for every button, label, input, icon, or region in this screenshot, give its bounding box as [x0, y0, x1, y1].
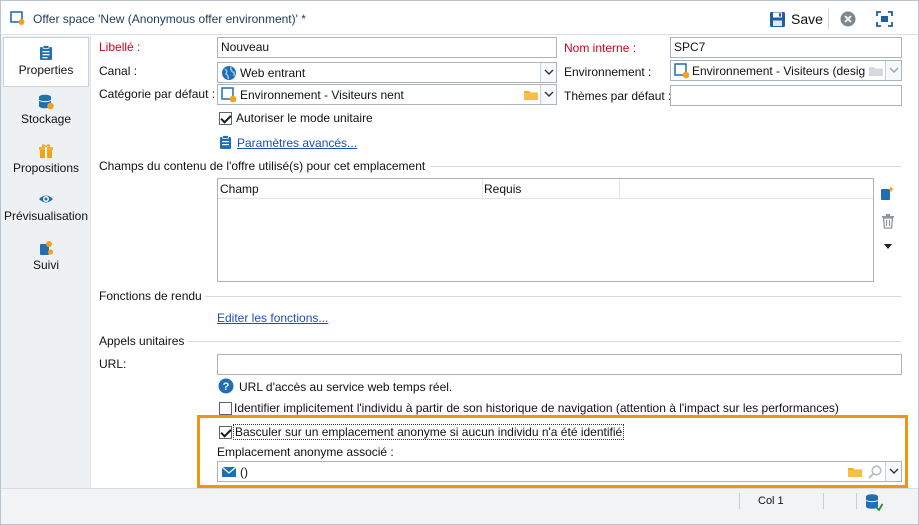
section-divider [430, 166, 901, 167]
folder-icon[interactable] [847, 464, 863, 480]
libelle-label: Libellé : [99, 40, 141, 54]
categorie-dropdown-button[interactable] [540, 85, 556, 104]
folder-icon[interactable] [523, 87, 539, 103]
sidebar-item-previsualisation[interactable]: Prévisualisation [3, 185, 89, 235]
cancel-icon[interactable] [840, 11, 856, 27]
categorie-label: Catégorie par défaut : [99, 87, 216, 101]
column-separator [482, 179, 483, 199]
sidebar-item-suivi[interactable]: Suivi [3, 234, 89, 284]
email-icon [221, 466, 237, 477]
gift-icon [39, 144, 53, 158]
more-options-icon[interactable] [884, 244, 892, 249]
status-separator [856, 493, 857, 509]
nom-interne-input[interactable]: SPC7 [670, 37, 902, 58]
title-bar: Offer space 'New (Anonymous offer enviro… [1, 1, 918, 35]
clipboard-icon [40, 45, 52, 60]
canal-value: Web entrant [240, 66, 306, 80]
basculer-checkbox[interactable] [219, 426, 232, 439]
chevron-down-icon [889, 468, 899, 474]
sidebar-item-properties[interactable]: Properties [3, 37, 89, 87]
section-divider [188, 341, 901, 342]
identifier-checkbox[interactable] [219, 402, 232, 415]
champs-section-title: Champs du contenu de l'offre utilisé(s) … [99, 159, 426, 173]
fonctions-section-title: Fonctions de rendu [99, 289, 202, 303]
toolbar-separator [828, 9, 829, 29]
url-label: URL: [99, 357, 127, 371]
emplacement-select[interactable]: () [217, 461, 902, 482]
sidebar: Properties Stockage Propositions Prévisu… [1, 36, 91, 488]
column-header-requis[interactable]: Requis [484, 182, 521, 196]
identifier-label: Identifier implicitement l'individu à pa… [234, 401, 839, 415]
sidebar-item-label: Stockage [20, 112, 72, 126]
canal-dropdown-button[interactable] [540, 63, 556, 82]
chevron-down-icon [889, 67, 899, 73]
environnement-select[interactable]: Environnement - Visiteurs (desig [670, 60, 902, 81]
offer-space-icon [10, 11, 25, 25]
eye-icon [39, 195, 53, 203]
folder-icon[interactable] [868, 63, 884, 79]
help-icon: ? [218, 378, 234, 394]
sidebar-item-label: Propositions [12, 161, 80, 175]
status-bar: Col 1 [1, 488, 918, 524]
mode-unitaire-checkbox[interactable] [219, 112, 232, 125]
emplacement-label: Emplacement anonyme associé : [217, 445, 394, 459]
database-status-icon[interactable] [865, 493, 883, 511]
column-indicator: Col 1 [758, 495, 784, 507]
chevron-down-icon [544, 69, 554, 75]
categorie-select[interactable]: Environnement - Visiteurs nent [217, 84, 557, 105]
column-separator [619, 179, 620, 199]
categorie-value: Environnement - Visiteurs nent [240, 88, 404, 102]
canal-label: Canal : [99, 64, 138, 78]
themes-label: Thèmes par défaut : [564, 89, 672, 103]
mode-unitaire-label: Autoriser le mode unitaire [236, 111, 373, 125]
svg-text:?: ? [223, 381, 230, 393]
save-button[interactable]: Save [769, 9, 823, 29]
sidebar-item-label: Suivi [32, 258, 59, 272]
clipboard-icon [220, 135, 231, 149]
libelle-input[interactable]: Nouveau [217, 37, 557, 58]
add-field-icon[interactable] [880, 185, 896, 201]
sidebar-item-label: Properties [18, 63, 74, 77]
appels-section-title: Appels unitaires [99, 334, 185, 348]
trash-icon[interactable] [880, 213, 896, 229]
canal-select[interactable]: Web entrant [217, 62, 557, 83]
nom-interne-label: Nom interne : [564, 41, 637, 55]
parametres-avances-link[interactable]: Paramètres avancés... [237, 136, 357, 150]
environnement-label: Environnement : [564, 65, 652, 79]
database-sync-icon [38, 94, 54, 110]
environnement-dropdown-button[interactable] [885, 61, 901, 80]
tracking-icon [40, 241, 54, 255]
environment-icon [674, 63, 690, 79]
status-separator [739, 493, 740, 509]
save-icon [770, 11, 785, 27]
champs-table[interactable]: Champ Requis [217, 178, 874, 282]
fullscreen-icon[interactable] [876, 11, 893, 27]
chevron-down-icon [544, 91, 554, 97]
status-separator [823, 493, 824, 509]
offer-space-window: Offer space 'New (Anonymous offer enviro… [0, 0, 919, 525]
basculer-label: Basculer sur un emplacement anonyme si a… [233, 424, 625, 440]
section-divider [205, 296, 901, 297]
emplacement-dropdown-button[interactable] [885, 462, 901, 481]
table-header: Champ Requis [218, 179, 873, 199]
sidebar-item-propositions[interactable]: Propositions [3, 137, 89, 187]
sidebar-item-stockage[interactable]: Stockage [3, 88, 89, 138]
globe-icon [222, 66, 236, 80]
environnement-value: Environnement - Visiteurs (desig [692, 64, 866, 78]
search-icon[interactable] [867, 464, 883, 480]
sidebar-item-label: Prévisualisation [3, 209, 89, 223]
editer-fonctions-link[interactable]: Editer les fonctions... [217, 311, 328, 325]
window-title: Offer space 'New (Anonymous offer enviro… [33, 12, 306, 26]
column-header-champ[interactable]: Champ [220, 182, 259, 196]
url-help-text: URL d'accès au service web temps réel. [239, 380, 453, 394]
save-label: Save [791, 11, 823, 27]
emplacement-value: () [240, 465, 248, 479]
themes-input[interactable] [670, 85, 902, 106]
url-input[interactable] [217, 354, 902, 375]
environment-icon [221, 87, 237, 103]
